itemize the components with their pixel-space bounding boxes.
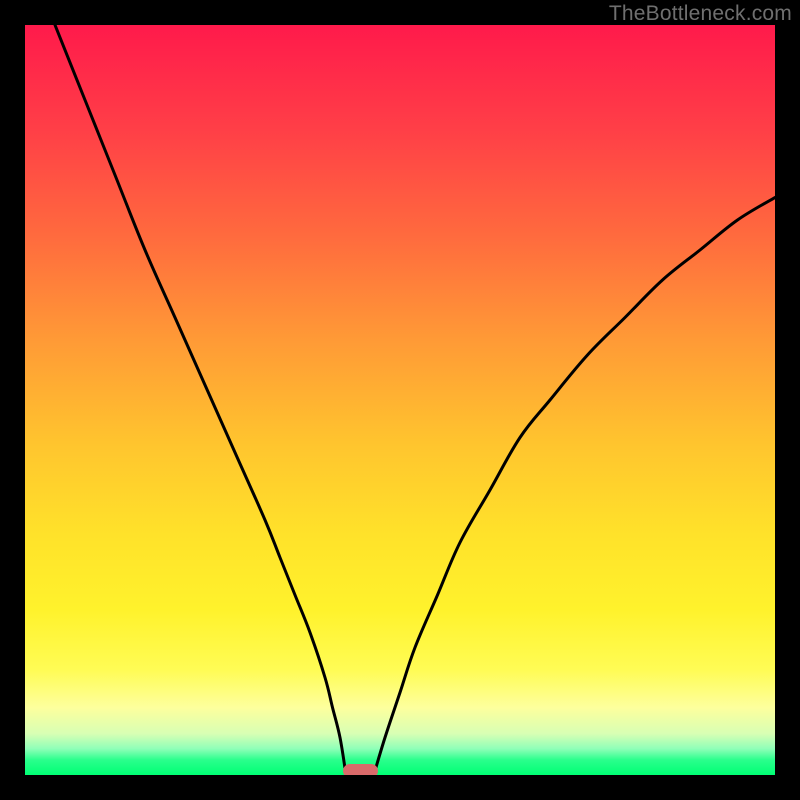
bottleneck-curve: [25, 25, 775, 775]
plot-area: [25, 25, 775, 775]
optimal-range-marker: [343, 764, 378, 776]
watermark-text: TheBottleneck.com: [609, 2, 792, 26]
curve-path: [55, 25, 775, 775]
chart-frame: TheBottleneck.com: [0, 0, 800, 800]
